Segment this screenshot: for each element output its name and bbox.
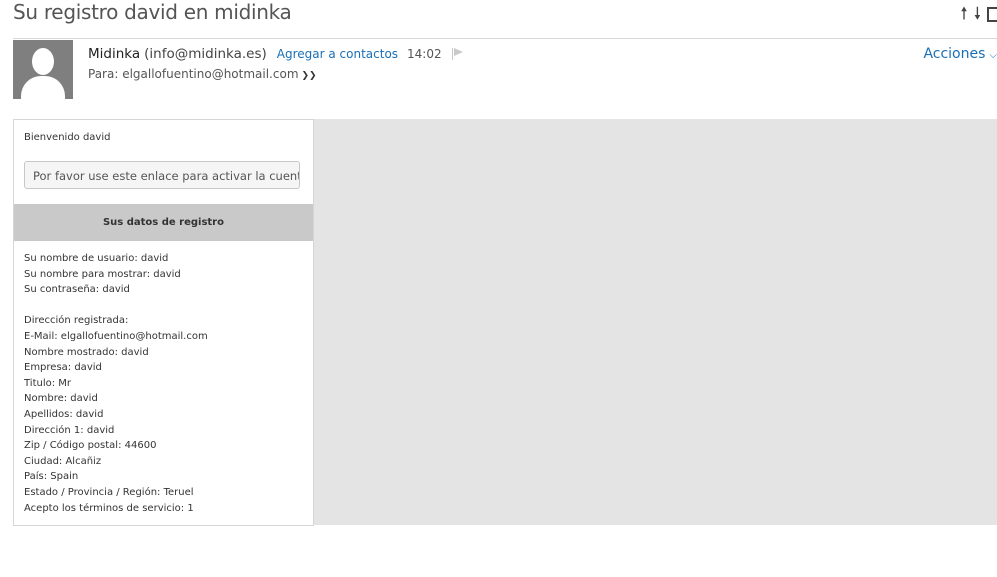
- detail-line: Empresa: david: [24, 362, 102, 374]
- welcome-text: Bienvenido david: [24, 132, 111, 143]
- recipient-line: Para: elgallofuentino@hotmail.com ❯❯: [88, 67, 317, 81]
- recipient-label: Para: elgallofuentino@hotmail.com: [88, 67, 299, 81]
- activate-account-box[interactable]: Por favor use este enlace para activar l…: [24, 161, 300, 189]
- actions-label: Acciones: [923, 46, 986, 62]
- detail-line: Su nombre para mostrar: david: [24, 268, 181, 280]
- sender-line: Midinka (info@midinka.es) Agregar a cont…: [88, 46, 463, 62]
- message-body-card: Bienvenido david Por favor use este enla…: [13, 119, 314, 526]
- chevron-down-icon: ⌵: [989, 50, 997, 61]
- sender-email: (info@midinka.es): [144, 46, 267, 62]
- registration-details: Su nombre de usuario: david Su nombre pa…: [24, 251, 208, 516]
- arrow-up-icon[interactable]: 🠕: [960, 4, 967, 24]
- avatar: [13, 40, 73, 99]
- detail-line: E-Mail: elgallofuentino@hotmail.com: [24, 330, 208, 342]
- sent-time: 14:02: [407, 47, 442, 61]
- detail-line: Dirección 1: david: [24, 424, 115, 436]
- detail-line: Su contraseña: david: [24, 284, 130, 296]
- header-divider: [13, 38, 997, 39]
- detail-line: Estado / Provincia / Región: Teruel: [24, 486, 194, 498]
- detail-line: Su nombre de usuario: david: [24, 253, 169, 264]
- flag-icon[interactable]: [451, 48, 463, 60]
- add-to-contacts-link[interactable]: Agregar a contactos: [277, 47, 398, 61]
- detail-line: Ciudad: Alcañiz: [24, 455, 102, 467]
- detail-line: Zip / Código postal: 44600: [24, 440, 157, 452]
- avatar-head-shape: [32, 48, 54, 75]
- double-chevron-down-icon[interactable]: ❯❯: [302, 71, 317, 81]
- detail-line: País: Spain: [24, 471, 79, 483]
- message-nav: 🠕 🠗: [960, 4, 997, 24]
- detail-line: Nombre mostrado: david: [24, 346, 149, 358]
- sender-name[interactable]: Midinka: [88, 46, 140, 62]
- section-title: Sus datos de registro: [14, 204, 313, 241]
- arrow-down-icon[interactable]: 🠗: [974, 4, 981, 24]
- detail-line: Apellidos: david: [24, 408, 104, 420]
- avatar-body-shape: [21, 76, 65, 99]
- email-subject: Su registro david en midinka: [13, 0, 292, 24]
- detail-line: Nombre: david: [24, 393, 98, 405]
- popout-icon[interactable]: [987, 6, 997, 22]
- actions-menu[interactable]: Acciones ⌵: [923, 46, 997, 62]
- detail-line: Dirección registrada:: [24, 315, 129, 327]
- detail-line: Titulo: Mr: [24, 377, 72, 389]
- detail-line: Acepto los términos de servicio: 1: [24, 502, 194, 514]
